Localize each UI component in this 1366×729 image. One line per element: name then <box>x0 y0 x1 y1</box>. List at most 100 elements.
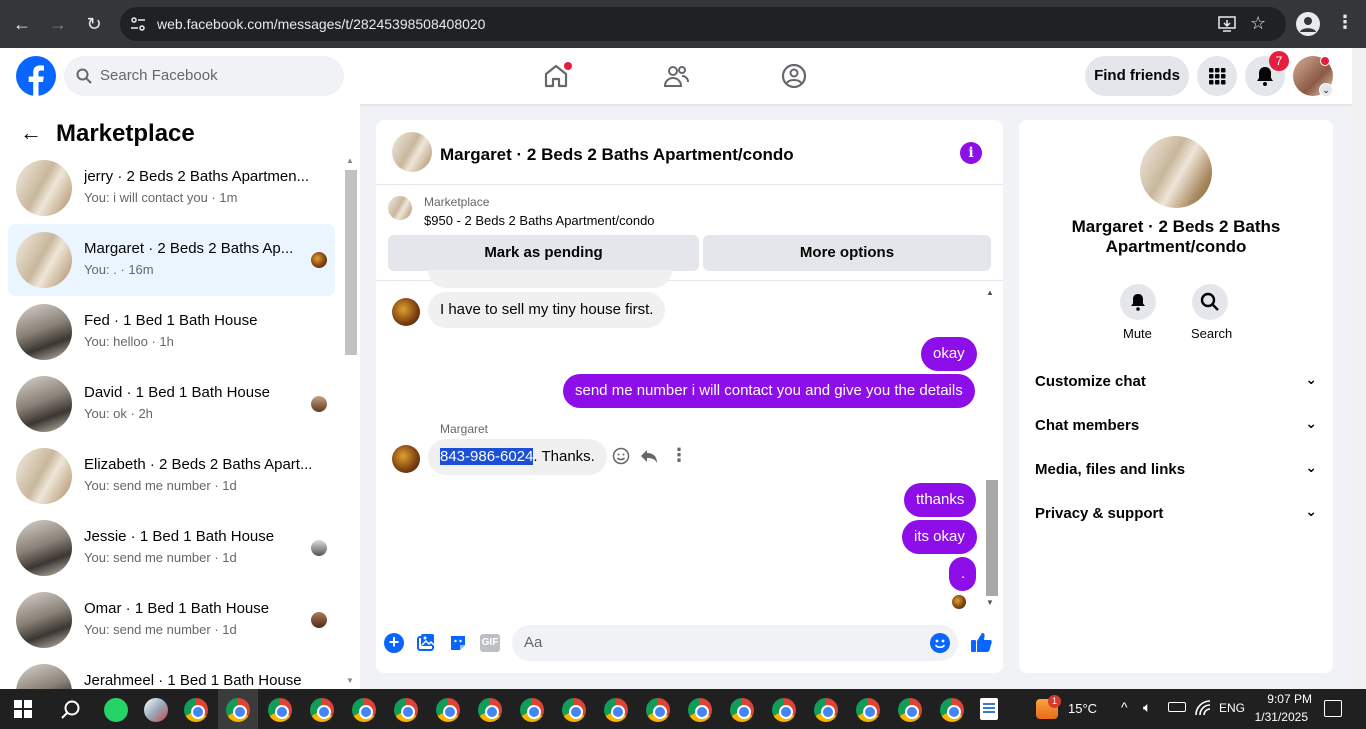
chat-title[interactable]: Margaret · 2 Beds 2 Baths Apartment/cond… <box>440 145 794 165</box>
language-indicator[interactable]: ENG <box>1219 701 1245 715</box>
chrome-taskbar-icon[interactable] <box>898 698 922 722</box>
page-scrollbar[interactable] <box>1352 48 1366 689</box>
find-friends-button[interactable]: Find friends <box>1085 56 1189 96</box>
mark-as-pending-button[interactable]: Mark as pending <box>388 235 699 271</box>
search-bar[interactable]: Search Facebook <box>64 56 344 96</box>
reply-icon[interactable] <box>640 447 658 465</box>
account-chevron-icon[interactable]: ⌄ <box>1319 83 1333 97</box>
notification-center-icon[interactable] <box>1324 700 1342 717</box>
more-options-button[interactable]: More options <box>703 235 991 271</box>
chrome-taskbar-icon[interactable] <box>772 698 796 722</box>
listing-thumbnail[interactable] <box>388 196 412 220</box>
scroll-up-arrow-icon[interactable]: ▲ <box>346 156 354 165</box>
message-input[interactable]: Aa <box>512 625 958 661</box>
chrome-taskbar-icon[interactable] <box>730 698 754 722</box>
sidebar-scrollbar-thumb[interactable] <box>345 170 357 355</box>
url-text[interactable]: web.facebook.com/messages/t/282453985084… <box>157 16 485 32</box>
clock-time[interactable]: 9:07 PM <box>1256 692 1312 706</box>
friends-icon[interactable] <box>662 62 690 90</box>
more-actions-icon[interactable]: ⋮ <box>670 445 688 466</box>
chrome-taskbar-icon[interactable] <box>226 698 250 722</box>
chrome-taskbar-icon[interactable] <box>604 698 628 722</box>
conversation-item[interactable]: David · 1 Bed 1 Bath House You: ok · 2h <box>8 368 335 440</box>
install-app-icon[interactable] <box>1218 15 1236 33</box>
reload-icon[interactable]: ↻ <box>82 12 106 36</box>
conversation-item[interactable]: Jessie · 1 Bed 1 Bath House You: send me … <box>8 512 335 584</box>
message-incoming[interactable]: 843-986-6024. Thanks. <box>428 439 607 475</box>
message-outgoing[interactable]: tthanks <box>904 483 977 517</box>
windows-start-icon[interactable] <box>14 700 32 718</box>
home-icon[interactable] <box>542 62 572 90</box>
details-avatar[interactable] <box>1140 136 1212 208</box>
document-icon[interactable] <box>980 698 998 720</box>
conversation-item[interactable]: Elizabeth · 2 Beds 2 Baths Apart... You: … <box>8 440 335 512</box>
menu-grid-button[interactable] <box>1197 56 1237 96</box>
scroll-down-arrow-icon[interactable]: ▼ <box>346 676 354 685</box>
chrome-taskbar-icon[interactable] <box>562 698 586 722</box>
chrome-taskbar-icon[interactable] <box>436 698 460 722</box>
selected-phone-text[interactable]: 843-986-6024 <box>440 448 534 465</box>
groups-icon[interactable] <box>780 62 808 90</box>
chrome-taskbar-icon[interactable] <box>520 698 544 722</box>
chrome-taskbar-icon[interactable] <box>478 698 502 722</box>
conversation-item[interactable]: Omar · 1 Bed 1 Bath House You: send me nu… <box>8 584 335 656</box>
chrome-taskbar-icon[interactable] <box>814 698 838 722</box>
chrome-taskbar-icon[interactable] <box>646 698 670 722</box>
back-arrow-icon[interactable]: ← <box>10 12 34 36</box>
message-outgoing[interactable]: okay <box>921 337 977 371</box>
search-input[interactable]: Search Facebook <box>100 67 218 84</box>
listing-detail[interactable]: $950 - 2 Beds 2 Baths Apartment/condo <box>424 213 655 228</box>
wifi-icon[interactable] <box>1194 699 1212 717</box>
mute-button[interactable] <box>1120 284 1156 320</box>
site-settings-icon[interactable] <box>130 16 146 32</box>
bookmark-star-icon[interactable]: ☆ <box>1250 13 1266 34</box>
add-icon[interactable]: + <box>384 633 404 653</box>
chrome-taskbar-icon[interactable] <box>184 698 208 722</box>
section-privacy-support[interactable]: Privacy & support ⌄ <box>1035 503 1317 522</box>
notifications-button[interactable]: 7 <box>1245 51 1289 96</box>
conversation-item[interactable]: Margaret · 2 Beds 2 Baths Ap... You: . · … <box>8 224 335 296</box>
chrome-taskbar-icon[interactable] <box>268 698 292 722</box>
conversation-item[interactable]: jerry · 2 Beds 2 Baths Apartmen... You: i… <box>8 152 335 224</box>
temperature[interactable]: 15°C <box>1068 701 1097 716</box>
chevron-up-icon[interactable]: ^ <box>1121 699 1128 715</box>
react-emoji-icon[interactable] <box>612 447 630 465</box>
chat-avatar[interactable] <box>392 132 432 172</box>
chrome-taskbar-icon[interactable] <box>352 698 376 722</box>
thumbs-up-icon[interactable] <box>970 631 992 653</box>
conversation-item[interactable]: Jerahmeel · 1 Bed 1 Bath House <box>8 656 335 689</box>
chrome-taskbar-icon[interactable] <box>940 698 964 722</box>
search-conversation-button[interactable] <box>1192 284 1228 320</box>
volume-icon[interactable]: 🔈︎ <box>1143 699 1151 716</box>
chrome-taskbar-icon[interactable] <box>394 698 418 722</box>
chrome-taskbar-icon[interactable] <box>856 698 880 722</box>
sticker-icon[interactable] <box>448 633 468 653</box>
section-chat-members[interactable]: Chat members ⌄ <box>1035 415 1317 434</box>
emoji-icon[interactable] <box>930 633 950 653</box>
scroll-up-arrow-icon[interactable]: ▲ <box>986 288 994 297</box>
section-customize-chat[interactable]: Customize chat ⌄ <box>1035 371 1317 390</box>
scroll-down-arrow-icon[interactable]: ▼ <box>986 598 994 607</box>
message-outgoing[interactable]: send me number i will contact you and gi… <box>563 374 975 408</box>
info-icon[interactable]: i <box>960 142 982 164</box>
sender-avatar[interactable] <box>392 298 420 326</box>
chrome-taskbar-icon[interactable] <box>310 698 334 722</box>
message-outgoing[interactable]: . <box>949 557 976 591</box>
battery-icon[interactable] <box>1168 702 1186 712</box>
section-media-files-links[interactable]: Media, files and links ⌄ <box>1035 459 1317 478</box>
paint-icon[interactable] <box>144 698 168 722</box>
chat-scrollbar-thumb[interactable] <box>986 480 998 596</box>
forward-arrow-icon[interactable]: → <box>46 12 70 36</box>
conversation-item[interactable]: Fed · 1 Bed 1 Bath House You: helloo · 1h <box>8 296 335 368</box>
photo-icon[interactable] <box>416 633 436 653</box>
chrome-taskbar-icon[interactable] <box>688 698 712 722</box>
clock-date[interactable]: 1/31/2025 <box>1252 710 1308 724</box>
taskbar-search-icon[interactable] <box>60 699 82 721</box>
address-bar[interactable]: web.facebook.com/messages/t/282453985084… <box>120 7 1286 41</box>
gif-icon[interactable]: GIF <box>480 634 500 652</box>
whatsapp-icon[interactable] <box>104 698 128 722</box>
sender-avatar[interactable] <box>392 445 420 473</box>
facebook-logo-icon[interactable] <box>16 56 56 96</box>
profile-icon[interactable] <box>1296 12 1320 36</box>
browser-menu-icon[interactable]: ⋮ <box>1336 12 1354 33</box>
